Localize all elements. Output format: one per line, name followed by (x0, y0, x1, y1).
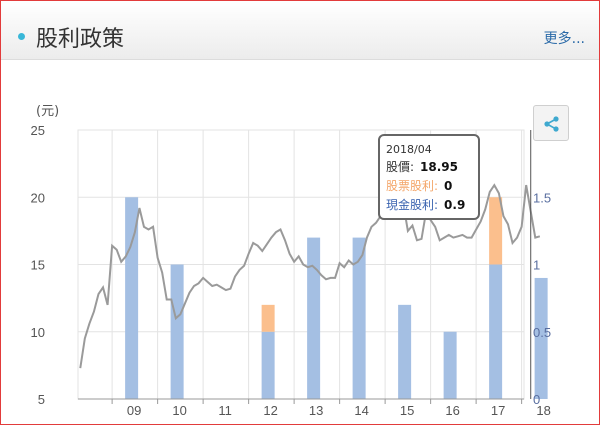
tooltip-cash-label: 現金股利: (386, 198, 439, 212)
tooltip-price-row: 股價: 18.95 (386, 158, 478, 177)
tooltip-date: 2018/04 (386, 143, 432, 156)
x-tick-label: 10 (172, 403, 186, 418)
y-right-tick-label: 0.5 (533, 325, 551, 340)
tooltip-price-value: 18.95 (420, 160, 459, 174)
cash-dividend-bar (170, 264, 184, 399)
tooltip-stock-label: 股票股利: (386, 179, 439, 193)
x-tick-label: 12 (263, 403, 277, 418)
y-left-axis-label: (元) (36, 104, 59, 119)
y-left-tick-label: 10 (31, 325, 45, 340)
x-tick-label: 14 (354, 403, 368, 418)
stock-dividend-bar (489, 197, 503, 265)
y-left-tick-label: 20 (31, 190, 45, 205)
cash-dividend-bar (443, 331, 457, 399)
cash-dividend-bar (307, 237, 321, 399)
tooltip-price-label: 股價: (386, 160, 415, 174)
x-tick-label: 16 (445, 403, 459, 418)
y-left-tick-label: 15 (31, 258, 45, 273)
tooltip-cash-row: 現金股利: 0.9 (386, 196, 478, 215)
cash-dividend-bar (398, 304, 412, 399)
x-tick-label: 15 (400, 403, 414, 418)
chart-tooltip: 2018/04 股價: 18.95 股票股利: 0 現金股利: 0.9 (378, 134, 480, 220)
x-tick-label: 18 (536, 403, 550, 418)
y-left-tick-label: 5 (38, 392, 45, 407)
x-tick-label: 17 (491, 403, 505, 418)
stock-dividend-bar (261, 304, 275, 332)
y-left-tick-label: 25 (31, 123, 45, 138)
tooltip-stock-value: 0 (444, 179, 453, 193)
tooltip-cash-value: 0.9 (444, 198, 466, 212)
cash-dividend-bar (352, 237, 366, 399)
share-icon (544, 116, 559, 132)
y-right-tick-label: 1 (533, 258, 540, 273)
cash-dividend-bar (489, 264, 503, 399)
x-tick-label: 09 (127, 403, 141, 418)
tooltip-stock-row: 股票股利: 0 (386, 177, 478, 196)
x-tick-label: 11 (218, 403, 232, 418)
y-right-tick-label: 1.5 (533, 190, 551, 205)
x-tick-label: 13 (309, 403, 323, 418)
share-button[interactable] (533, 105, 569, 141)
dividend-chart: 5 10 15 20 25 0 0.5 1 1.5 (元) 09 10 11 12 13 14 15 16 17 18 (31, 104, 552, 418)
cash-dividend-bar (261, 331, 275, 399)
